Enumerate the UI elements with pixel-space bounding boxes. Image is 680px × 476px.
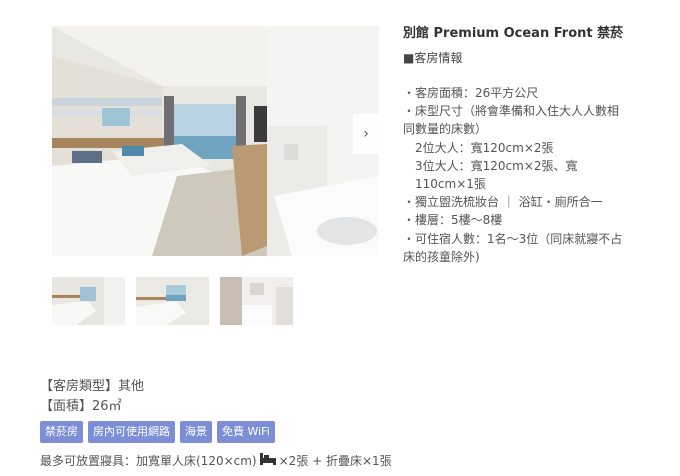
spec-floor: ・樓層：5樓〜8樓 — [403, 213, 503, 228]
spec-bed-size: ・床型尺寸（將會準備和入住大人人數相同數量的床數） — [403, 104, 620, 137]
amenity-tags: 禁菸房 房內可使用網路 海景 免費 WiFi — [40, 421, 660, 443]
spec-three-adults: 3位大人：寬120cm×2張、寬110cm×1張 — [415, 158, 578, 192]
spec-area: ・客房面積：26平方公尺 — [403, 86, 539, 100]
thumbnail-1[interactable] — [52, 277, 125, 325]
room-info-panel: 別館 Premium Ocean Front 禁菸 ■客房情報 ・客房面積：26… — [403, 24, 625, 266]
spec-capacity: ・可住宿人數：1名〜3位（同床就寢不占床的孩童除外) — [403, 231, 623, 264]
tag-non-smoking: 禁菸房 — [40, 421, 83, 443]
room-main-photo[interactable] — [52, 26, 379, 256]
tag-internet: 房內可使用網路 — [88, 421, 175, 443]
thumbnail-2[interactable] — [136, 277, 209, 325]
gallery-next-button[interactable]: › — [353, 114, 379, 154]
room-photo-illustration — [52, 26, 379, 256]
spec-bathroom: ・獨立盥洗梳妝台 ｜ 浴缸・廁所合一 — [403, 195, 603, 210]
chevron-right-icon: › — [363, 126, 369, 142]
thumbnail-3-illustration — [220, 277, 293, 325]
thumbnail-3[interactable] — [220, 277, 293, 325]
spec-two-adults: 2位大人：寬120cm×2張 — [415, 140, 554, 155]
tag-ocean-view: 海景 — [180, 421, 212, 443]
thumbnail-2-illustration — [136, 277, 209, 325]
tag-free-wifi: 免費 WiFi — [217, 421, 275, 443]
room-spec-list: ・客房面積：26平方公尺 ・床型尺寸（將會準備和入住大人人數相同數量的床數） 2… — [403, 84, 625, 266]
bed-icon — [259, 452, 277, 469]
bedding-info: 最多可放置寢具：加寬單人床(120×cm) ×2張 + 折疊床×1張 — [40, 452, 660, 469]
bedding-suffix: ×2張 + 折疊床×1張 — [278, 454, 392, 468]
room-area: 【面積】26㎡ — [40, 399, 122, 414]
room-info-heading: ■客房情報 — [403, 51, 463, 65]
room-title: 別館 Premium Ocean Front 禁菸 — [403, 26, 624, 41]
thumbnail-1-illustration — [52, 277, 125, 325]
room-type: 【客房類型】其他 — [40, 379, 145, 394]
room-details: 【客房類型】其他 【面積】26㎡ 禁菸房 房內可使用網路 海景 免費 WiFi … — [40, 377, 660, 469]
bedding-prefix: 最多可放置寢具：加寬單人床(120×cm) — [40, 454, 257, 468]
